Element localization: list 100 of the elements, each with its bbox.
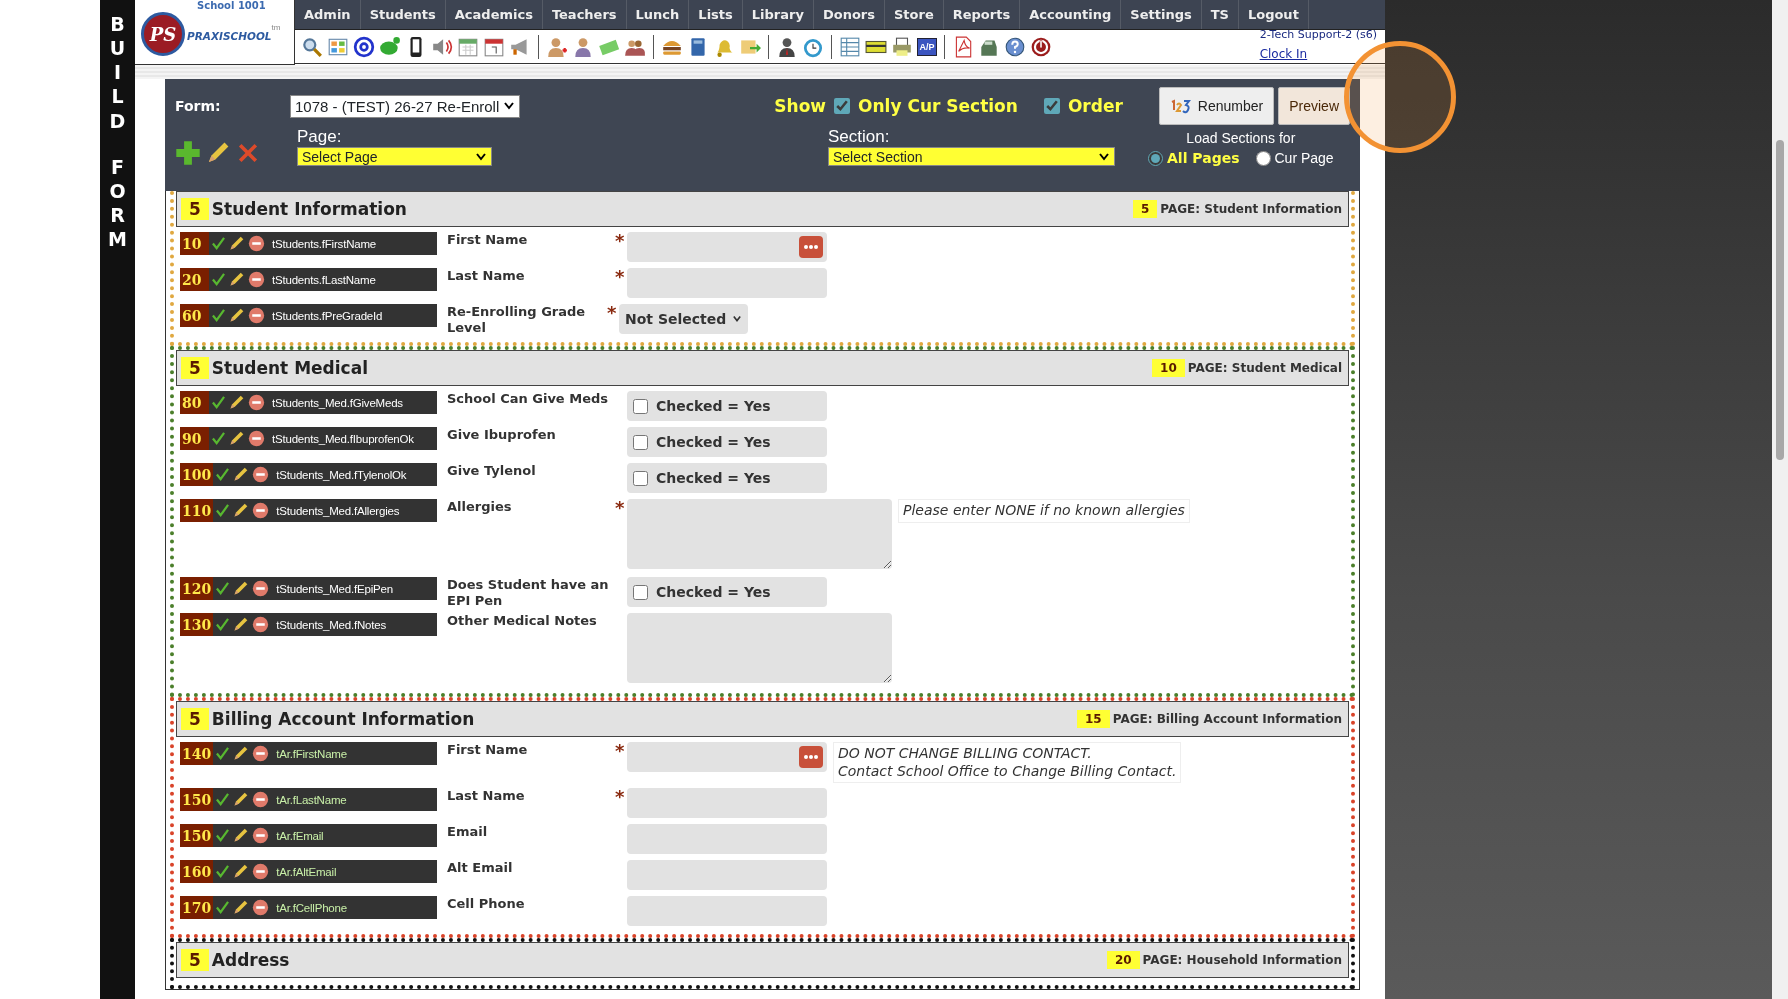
check-icon[interactable] bbox=[216, 901, 230, 914]
pencil-icon[interactable] bbox=[228, 235, 245, 252]
grade-dropdown[interactable]: Not Selected bbox=[619, 304, 749, 334]
check-icon[interactable] bbox=[212, 309, 225, 322]
pencil-icon[interactable] bbox=[232, 745, 250, 762]
menu-item[interactable]: Donors bbox=[813, 0, 885, 29]
check-icon[interactable] bbox=[212, 432, 225, 445]
pencil-icon[interactable] bbox=[232, 616, 250, 633]
checkbox[interactable] bbox=[1043, 98, 1060, 114]
pencil-icon[interactable] bbox=[232, 863, 250, 880]
more-button[interactable] bbox=[799, 236, 823, 258]
check-icon[interactable] bbox=[216, 468, 230, 481]
input-field[interactable] bbox=[627, 824, 827, 854]
check-icon[interactable] bbox=[216, 747, 230, 760]
chevron-down-icon bbox=[1098, 151, 1110, 162]
pencil-icon[interactable] bbox=[228, 430, 245, 447]
remove-icon[interactable] bbox=[252, 580, 270, 597]
field-name: tStudents_Med.fNotes bbox=[276, 618, 387, 631]
remove-icon[interactable] bbox=[248, 430, 265, 447]
menu-item[interactable]: Admin bbox=[295, 0, 361, 29]
check-icon[interactable] bbox=[212, 273, 225, 286]
remove-icon[interactable] bbox=[252, 466, 270, 483]
section-dropdown[interactable]: Select Section bbox=[828, 147, 1115, 166]
remove-icon[interactable] bbox=[252, 791, 270, 808]
pencil-icon[interactable] bbox=[232, 899, 250, 916]
printer-icon[interactable] bbox=[891, 35, 913, 58]
check-icon[interactable] bbox=[216, 865, 230, 878]
scrollbar[interactable] bbox=[1772, 0, 1788, 999]
menu-item[interactable]: Library bbox=[742, 0, 814, 29]
menu-item[interactable]: Students bbox=[360, 0, 446, 29]
menu-item[interactable]: Reports bbox=[943, 0, 1021, 29]
field-name: tAr.fEmail bbox=[276, 829, 324, 842]
remove-icon[interactable] bbox=[252, 863, 270, 880]
remove-icon[interactable] bbox=[248, 394, 265, 411]
input-field[interactable] bbox=[627, 742, 827, 772]
help-icon[interactable] bbox=[1004, 35, 1026, 58]
form-dropdown[interactable]: 1078 - (TEST) 26-27 Re-Enroll bbox=[290, 94, 521, 118]
pencil-icon[interactable] bbox=[228, 271, 245, 288]
menu-item[interactable]: Store bbox=[884, 0, 944, 29]
radio-button[interactable] bbox=[1148, 150, 1163, 166]
check-icon[interactable] bbox=[216, 793, 230, 806]
pencil-icon[interactable] bbox=[232, 502, 250, 519]
check-icon[interactable] bbox=[216, 618, 230, 631]
checkbox[interactable] bbox=[633, 398, 648, 414]
check-icon[interactable] bbox=[216, 582, 230, 595]
spreadsheet-icon[interactable] bbox=[839, 35, 861, 58]
checkbox[interactable] bbox=[834, 98, 851, 114]
input-field[interactable] bbox=[627, 788, 827, 818]
remove-icon[interactable] bbox=[252, 616, 270, 633]
checkbox[interactable] bbox=[633, 434, 648, 450]
pencil-icon[interactable] bbox=[228, 394, 245, 411]
input-field[interactable] bbox=[627, 896, 827, 926]
remove-icon[interactable] bbox=[252, 745, 270, 762]
input-field[interactable] bbox=[627, 860, 827, 890]
menu-item[interactable]: Accounting bbox=[1020, 0, 1122, 29]
clock-in-link[interactable]: Clock In bbox=[1259, 47, 1308, 61]
menu-item[interactable]: Lists bbox=[689, 0, 743, 29]
more-button[interactable] bbox=[799, 746, 823, 768]
check-icon[interactable] bbox=[212, 237, 225, 250]
remove-icon[interactable] bbox=[248, 307, 265, 324]
pencil-icon[interactable] bbox=[232, 580, 250, 597]
order-number: 10 bbox=[180, 232, 209, 255]
person-icon[interactable] bbox=[776, 35, 798, 58]
pencil-icon[interactable] bbox=[228, 307, 245, 324]
remove-icon[interactable] bbox=[248, 235, 265, 252]
section-number: 5 bbox=[181, 198, 209, 220]
menu-item[interactable]: Academics bbox=[445, 0, 543, 29]
search-icon[interactable] bbox=[301, 35, 323, 58]
checkbox[interactable] bbox=[633, 470, 648, 486]
pencil-icon[interactable] bbox=[232, 466, 250, 483]
remove-icon[interactable] bbox=[252, 502, 270, 519]
remove-icon[interactable] bbox=[252, 899, 270, 916]
checkbox[interactable] bbox=[633, 584, 648, 600]
field-name: tStudents.fPreGradeId bbox=[272, 309, 383, 322]
input-field[interactable] bbox=[627, 232, 827, 262]
remove-icon[interactable] bbox=[252, 827, 270, 844]
preview-button[interactable]: Preview bbox=[1278, 87, 1350, 125]
renumber-button[interactable]: Renumber bbox=[1158, 87, 1275, 125]
pencil-icon[interactable] bbox=[232, 791, 250, 808]
ap-icon[interactable]: A/P bbox=[917, 37, 937, 56]
menu-item[interactable]: Lunch bbox=[626, 0, 690, 29]
page-dropdown[interactable]: Select Page bbox=[297, 147, 492, 166]
radio-button[interactable] bbox=[1255, 150, 1271, 166]
menu-item[interactable]: TS bbox=[1201, 0, 1239, 29]
remove-icon[interactable] bbox=[248, 271, 265, 288]
person-plus-icon[interactable] bbox=[546, 35, 568, 58]
scrollbar-thumb[interactable] bbox=[1776, 140, 1784, 460]
check-icon[interactable] bbox=[216, 504, 230, 517]
check-icon[interactable] bbox=[212, 396, 225, 409]
menu-item[interactable]: Teachers bbox=[542, 0, 627, 29]
field-name: tAr.fFirstName bbox=[276, 747, 347, 760]
at-sign-icon[interactable] bbox=[353, 35, 375, 58]
checkbox-label: Checked = Yes bbox=[656, 584, 771, 600]
check-icon[interactable] bbox=[216, 829, 230, 842]
power-icon[interactable] bbox=[1030, 35, 1052, 58]
input-field[interactable] bbox=[627, 268, 827, 298]
pencil-icon[interactable] bbox=[232, 827, 250, 844]
menu-item[interactable]: Logout bbox=[1238, 0, 1309, 29]
add-icon[interactable] bbox=[175, 140, 201, 166]
menu-item[interactable]: Settings bbox=[1121, 0, 1202, 29]
